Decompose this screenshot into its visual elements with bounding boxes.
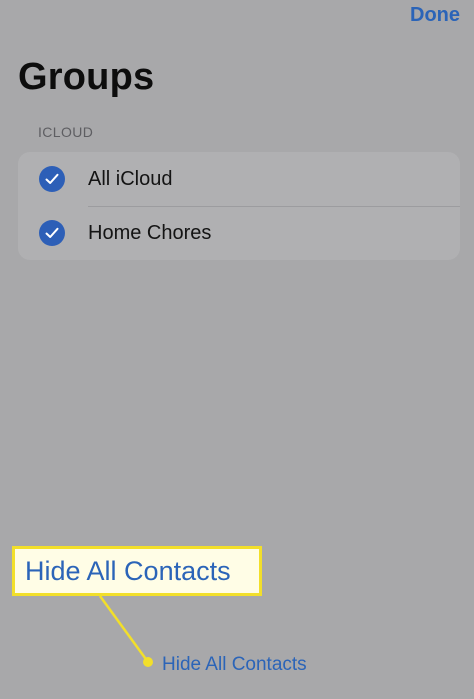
page-title: Groups	[18, 56, 155, 98]
checkmark-icon	[39, 220, 65, 246]
group-label: Home Chores	[88, 221, 212, 244]
section-header-icloud: ICLOUD	[38, 124, 94, 140]
group-row-home-chores[interactable]: Home Chores	[18, 206, 460, 260]
checkmark-icon	[39, 166, 65, 192]
callout-highlight-box: Hide All Contacts	[12, 546, 262, 596]
group-label: All iCloud	[88, 167, 173, 190]
done-button[interactable]: Done	[410, 4, 460, 27]
callout-label: Hide All Contacts	[25, 555, 231, 586]
group-row-all-icloud[interactable]: All iCloud	[18, 152, 460, 206]
group-list: All iCloud Home Chores	[18, 152, 460, 260]
hide-all-contacts-button[interactable]: Hide All Contacts	[162, 654, 307, 676]
